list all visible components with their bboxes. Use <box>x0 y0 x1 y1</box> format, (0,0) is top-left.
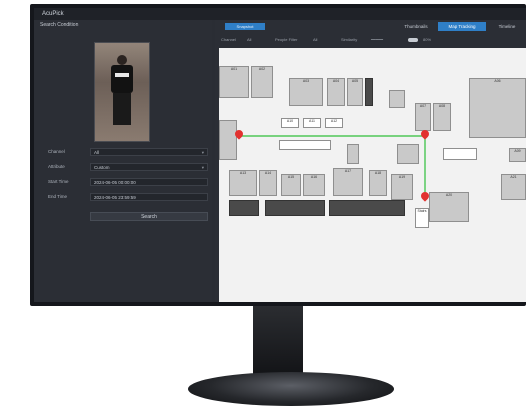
search-button[interactable]: Search <box>90 212 208 221</box>
person-legs <box>113 93 131 125</box>
field-attribute: Attribute Custom ▾ <box>48 163 208 172</box>
person-head <box>117 55 127 65</box>
shirt-print <box>115 73 129 77</box>
floor-plan-map[interactable]: A01 A02 A03 A04 A05 A06 A07 A08 A09 A10 … <box>219 48 526 302</box>
tracking-path <box>239 135 426 198</box>
target-person-photo[interactable] <box>94 42 150 142</box>
field-label: Channel <box>48 149 65 154</box>
monitor-screen: AcuPick Search Condition Channel All ▾ A… <box>34 8 526 302</box>
start-time-input[interactable]: 2024-06-05 00:00:00 <box>90 178 208 186</box>
chevron-down-icon: ▾ <box>201 150 204 155</box>
snapshot-button[interactable]: Snapshot <box>225 23 265 30</box>
chevron-down-icon: ▾ <box>201 165 204 170</box>
field-label: End Time <box>48 194 68 199</box>
start-time-value: 2024-06-05 00:00:00 <box>94 180 136 185</box>
tab-timeline[interactable]: Timeline <box>488 22 526 31</box>
monitor-stand-neck <box>253 306 303 380</box>
app-title-bar: AcuPick <box>34 8 526 20</box>
similarity-label: Similarity <box>341 37 358 42</box>
view-tabs: Thumbnails Map Tracking Timeline <box>396 22 526 31</box>
similarity-toggle[interactable] <box>408 38 418 42</box>
similarity-slider[interactable]: ━━━━━ <box>371 36 383 44</box>
end-time-value: 2024-06-05 23:59:59 <box>94 195 136 200</box>
map-tracking-panel: Snapshot Thumbnails Map Tracking Timelin… <box>215 20 526 302</box>
attribute-select[interactable]: Custom ▾ <box>90 163 208 171</box>
field-label: Start Time <box>48 179 69 184</box>
track-line <box>239 135 426 198</box>
app-title: AcuPick <box>42 11 64 17</box>
tab-map-tracking[interactable]: Map Tracking <box>438 22 486 31</box>
channel-select[interactable]: All ▾ <box>90 148 208 156</box>
monitor-bezel: AcuPick Search Condition Channel All ▾ A… <box>30 4 526 306</box>
similarity-value: 80% <box>423 37 432 42</box>
attribute-value: Custom <box>94 165 110 170</box>
field-end-time: End Time 2024-06-05 23:59:59 <box>48 193 208 202</box>
people-filter-label: People Filter <box>275 37 298 42</box>
monitor-stand-base <box>188 372 394 406</box>
channel-filter-label: Channel <box>221 37 236 42</box>
person-torso <box>111 65 133 93</box>
field-channel: Channel All ▾ <box>48 148 208 157</box>
search-condition-panel: Search Condition Channel All ▾ Attribute… <box>34 20 212 302</box>
tab-thumbnails[interactable]: Thumbnails <box>396 22 436 31</box>
channel-value: All <box>94 150 100 155</box>
end-time-input[interactable]: 2024-06-05 23:59:59 <box>90 193 208 201</box>
section-title: Search Condition <box>40 22 79 28</box>
people-filter-value[interactable]: All <box>313 36 317 44</box>
map-toolbar: Channel All People Filter All Similarity… <box>221 36 526 44</box>
field-label: Attribute <box>48 164 65 169</box>
channel-filter-value[interactable]: All <box>247 36 251 44</box>
field-start-time: Start Time 2024-06-05 00:00:00 <box>48 178 208 187</box>
